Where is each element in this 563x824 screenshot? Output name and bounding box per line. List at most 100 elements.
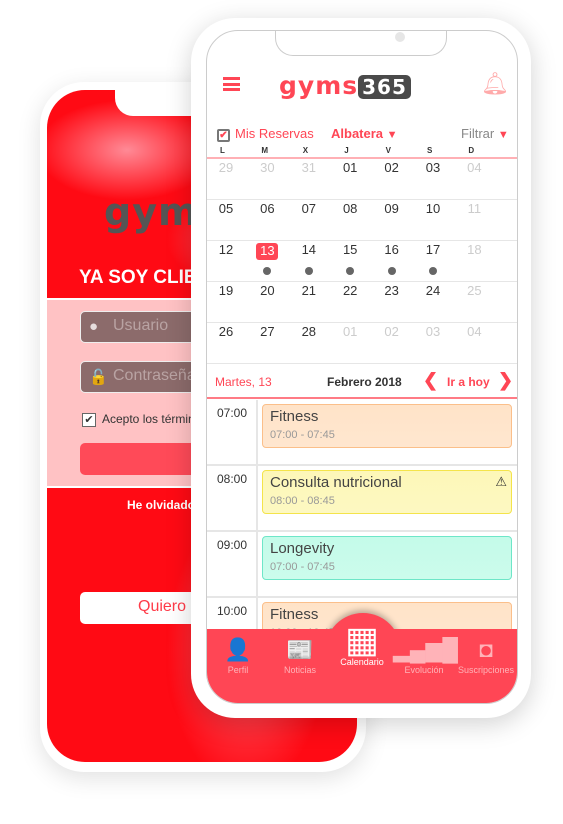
chevron-left-icon[interactable]: ❮ — [423, 370, 438, 391]
nav-label: Evolución — [404, 665, 444, 675]
event-card[interactable]: Consulta nutricional 08:00 - 08:45 ⚠ — [262, 470, 512, 514]
newspaper-icon: 📰 — [286, 637, 314, 662]
bars-icon: ▂▄▆█ — [393, 637, 459, 662]
day-cell[interactable]: 27 — [256, 324, 278, 339]
bottom-nav: 👤 Perfil 📰 Noticias ▦ Calendario ▂▄▆█ Evolución… — [207, 619, 517, 703]
nav-perfil[interactable]: 👤 Perfil — [207, 637, 269, 675]
day-cell[interactable]: 03 — [422, 160, 444, 175]
day-cell[interactable]: 16 — [381, 242, 403, 257]
funnel-icon: ▼ — [497, 129, 509, 141]
weekday-label: X — [302, 146, 309, 155]
day-cell[interactable]: 19 — [215, 283, 237, 298]
event-time: 08:00 - 08:45 — [270, 495, 335, 507]
weekday-label: V — [385, 146, 391, 155]
day-cell[interactable]: 01 — [339, 160, 361, 175]
gyms365-logo: gyms 365 — [279, 71, 411, 100]
nav-suscripciones[interactable]: ◘ Suscripciones — [455, 637, 517, 675]
event-name: Consulta nutricional — [270, 474, 402, 491]
day-cell[interactable]: 09 — [381, 201, 403, 216]
check-icon: ✔ — [217, 129, 230, 142]
nav-label: Perfil — [227, 665, 249, 675]
user-icon: ● — [89, 318, 99, 335]
event-card[interactable]: Longevity 07:00 - 07:45 — [262, 536, 512, 580]
gyms-logo: gym — [104, 190, 199, 234]
password-placeholder: Contraseña — [113, 367, 196, 384]
day-cell-today[interactable]: 13 — [256, 243, 279, 260]
calendar-icon: ▦ — [344, 619, 379, 660]
hamburger-menu-icon[interactable] — [223, 77, 240, 91]
time-slot: 07:00 Fitness 07:00 - 07:45 — [207, 400, 517, 466]
nav-label: Calendario — [340, 657, 384, 667]
nav-evolución[interactable]: ▂▄▆█ Evolución — [393, 637, 459, 675]
day-cell[interactable]: 17 — [422, 242, 444, 257]
mis-reservas-checkbox[interactable]: ✔ Mis Reservas — [217, 126, 314, 142]
day-cell[interactable]: 24 — [422, 283, 444, 298]
weekday-label: M — [261, 146, 269, 155]
funnel-icon: ▼ — [386, 129, 398, 141]
weekday-label: D — [468, 146, 475, 155]
calendar-screen: gyms 365 🔔︎ ✔ Mis Reservas Albatera ▼ Filt… — [206, 30, 518, 704]
day-cell[interactable]: 08 — [339, 201, 361, 216]
day-cell[interactable]: 06 — [256, 201, 278, 216]
day-cell[interactable]: 23 — [381, 283, 403, 298]
time-slot: 08:00 Consulta nutricional 08:00 - 08:45 ⚠ — [207, 466, 517, 532]
week-row: 05 06 07 08 09 10 11 — [207, 200, 517, 241]
nav-calendario[interactable]: ▦ Calendario — [331, 619, 393, 667]
day-cell[interactable]: 03 — [422, 324, 444, 339]
day-cell[interactable]: 18 — [463, 242, 485, 257]
day-cell[interactable]: 04 — [463, 160, 485, 175]
slot-time: 07:00 — [217, 406, 248, 420]
nav-label: Suscripciones — [457, 665, 515, 675]
weekday-label: L — [220, 146, 225, 155]
day-cell[interactable]: 28 — [298, 324, 320, 339]
event-card[interactable]: Fitness 07:00 - 07:45 — [262, 404, 512, 448]
day-cell[interactable]: 10 — [422, 201, 444, 216]
day-cell[interactable]: 31 — [298, 160, 320, 175]
day-cell[interactable]: 11 — [463, 201, 485, 216]
week-row: 19 20 21 22 23 24 25 — [207, 282, 517, 323]
day-cell[interactable]: 21 — [298, 283, 320, 298]
day-cell[interactable]: 29 — [215, 160, 237, 175]
weekday-label: J — [344, 146, 349, 155]
event-dot — [387, 267, 396, 275]
day-cell[interactable]: 14 — [298, 242, 320, 257]
day-cell[interactable]: 04 — [463, 324, 485, 339]
day-cell[interactable]: 20 — [256, 283, 278, 298]
filter-button[interactable]: Filtrar ▼ — [461, 126, 509, 141]
chevron-right-icon[interactable]: ❯ — [498, 370, 513, 391]
slot-time: 09:00 — [217, 538, 248, 552]
warning-icon: ⚠ — [495, 474, 507, 489]
event-name: Longevity — [270, 540, 335, 557]
camera — [395, 32, 405, 42]
day-cell[interactable]: 30 — [256, 160, 278, 175]
filter-label: Filtrar — [461, 126, 495, 141]
date-bar: Martes, 13 Febrero 2018 ❮ Ir a hoy ❯ — [207, 370, 517, 399]
nav-noticias[interactable]: 📰 Noticias — [269, 637, 331, 675]
nav-label: Noticias — [283, 665, 316, 675]
week-row: 29 30 31 01 02 03 04 — [207, 159, 517, 200]
day-cell[interactable]: 22 — [339, 283, 361, 298]
day-cell[interactable]: 26 — [215, 324, 237, 339]
event-dot — [429, 267, 437, 275]
event-name: Fitness — [270, 408, 319, 425]
day-cell[interactable]: 02 — [381, 324, 403, 339]
month-label: Febrero 2018 — [327, 375, 402, 389]
day-cell[interactable]: 15 — [339, 242, 361, 257]
day-cell[interactable]: 07 — [298, 201, 320, 216]
day-cell[interactable]: 05 — [215, 201, 237, 216]
day-cell[interactable]: 02 — [381, 160, 403, 175]
location-filter[interactable]: Albatera ▼ — [331, 126, 398, 141]
day-cell[interactable]: 25 — [463, 283, 485, 298]
logo-text: gyms — [279, 71, 359, 100]
check-icon: ✔ — [82, 412, 96, 427]
event-dot — [263, 267, 272, 275]
lock-icon: 🔓 — [89, 369, 108, 386]
logo-badge: 365 — [358, 75, 411, 99]
bell-icon[interactable]: 🔔︎ — [481, 71, 509, 97]
event-time: 07:00 - 07:45 — [270, 561, 335, 573]
forgot-password-link[interactable]: He olvidado — [127, 498, 195, 512]
day-cell[interactable]: 12 — [215, 242, 237, 257]
day-cell[interactable]: 01 — [339, 324, 361, 339]
terms-checkbox[interactable]: ✔ Acepto los términ — [82, 412, 195, 427]
today-button[interactable]: Ir a hoy — [447, 375, 490, 389]
